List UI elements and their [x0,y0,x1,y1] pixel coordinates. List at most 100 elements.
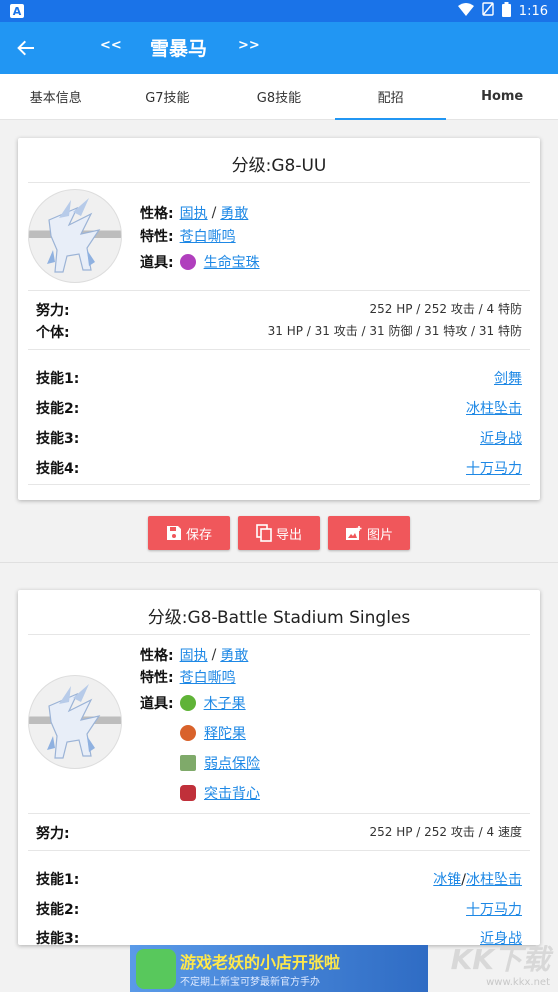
nature-separator: / [211,205,217,221]
export-button[interactable]: 导出 [238,516,320,550]
ad-title: 游戏老妖的小店开张啦 [180,953,341,972]
pokemon-sprite [28,189,122,283]
move-row: 技能2: 十万马力 [36,899,522,919]
item-row: 道具: 生命宝珠 [140,252,260,272]
item-row: 释陀果 [180,723,246,743]
tab-home[interactable]: Home [446,74,558,119]
move-row: 技能2: 冰柱坠击 [36,398,522,418]
life-orb-icon [179,254,196,270]
move-row: 技能1: 冰锥/冰柱坠击 [36,869,522,889]
battery-icon [501,1,511,21]
tab-basic-info[interactable]: 基本信息 [0,74,112,119]
section-divider [0,562,558,563]
ev-row: 努力: 252 HP / 252 攻击 / 4 特防 [36,300,522,320]
assault-vest-icon [180,785,196,801]
watermark-url: www.kkx.net [486,977,550,988]
iv-row: 个体: 31 HP / 31 攻击 / 31 防御 / 31 特攻 / 31 特… [36,322,522,342]
move-link[interactable]: 十万马力 [466,899,522,919]
nature-row: 性格: 固执 / 勇敢 [140,645,248,665]
move-label: 技能2: [36,902,80,918]
ability-link[interactable]: 苍白嘶鸣 [180,667,236,687]
tab-movesets[interactable]: 配招 [334,74,447,120]
ability-label: 特性: [140,670,174,686]
ability-link[interactable]: 苍白嘶鸣 [180,226,236,246]
ev-row: 努力: 252 HP / 252 攻击 / 4 速度 [36,823,522,843]
divider [28,349,530,350]
move-link[interactable]: 冰柱坠击 [466,398,522,418]
divider [28,850,530,851]
add-photo-icon [345,525,363,541]
ability-label: 特性: [140,229,174,245]
back-button[interactable] [0,22,52,74]
nature-link[interactable]: 固执 [180,645,208,665]
move-link[interactable]: 近身战 [480,428,522,448]
move-link[interactable]: 冰柱坠击 [466,872,522,888]
item-row: 道具: 木子果 [140,693,246,713]
watermark-logo: KK下载 [450,943,550,976]
move-link[interactable]: 剑舞 [494,368,522,388]
next-pokemon-button[interactable]: >> [238,38,260,53]
tab-bar: 基本信息 G7技能 G8技能 配招 Home [0,74,558,120]
wifi-icon [457,2,474,20]
ev-value: 252 HP / 252 攻击 / 4 特防 [369,302,523,316]
item-row: 突击背心 [180,783,260,803]
iv-label: 个体: [36,325,70,341]
ad-banner[interactable]: 游戏老妖的小店开张啦 不定期上新宝可梦最新官方手办 [130,945,428,992]
previous-pokemon-button[interactable]: << [100,38,122,53]
move-label: 技能1: [36,371,80,387]
ev-label: 努力: [36,303,70,319]
nature-label: 性格: [140,648,174,664]
nature-link[interactable]: 勇敢 [220,203,248,223]
export-label: 导出 [275,527,302,543]
iv-value: 31 HP / 31 攻击 / 31 防御 / 31 特攻 / 31 特防 [267,324,522,338]
nature-link[interactable]: 固执 [180,203,208,223]
status-bar: A 1:16 [0,0,558,22]
move-label: 技能3: [36,931,80,947]
page-title: 雪暴马 [150,38,208,60]
move-label: 技能4: [36,461,80,477]
item-label: 道具: [140,696,174,712]
nature-link[interactable]: 勇敢 [220,645,248,665]
copy-icon [256,524,272,542]
divider [28,813,530,814]
save-icon [166,525,182,541]
nature-row: 性格: 固执 / 勇敢 [140,203,248,223]
item-link[interactable]: 弱点保险 [204,753,260,773]
no-sim-icon [482,2,494,20]
action-bar: 保存 导出 图片 [0,516,558,550]
save-button[interactable]: 保存 [148,516,230,550]
move-row: 技能4: 十万马力 [36,458,522,478]
move-link[interactable]: 十万马力 [466,458,522,478]
moveset-card: 分级:G8-UU 性格: 固执 / 勇敢 特性: 苍白嘶鸣 道具: 生命宝珠 努… [18,138,540,500]
save-label: 保存 [185,527,212,543]
kee-berry-icon [179,695,196,711]
move-label: 技能1: [36,872,80,888]
item-label: 道具: [140,255,174,271]
item-link[interactable]: 释陀果 [204,723,246,743]
image-label: 图片 [366,527,393,543]
divider [28,484,530,485]
pokemon-sprite [28,675,122,769]
ad-subtitle: 不定期上新宝可梦最新官方手办 [180,977,320,988]
notification-a-icon: A [10,4,24,18]
item-link[interactable]: 突击背心 [204,783,260,803]
item-link[interactable]: 木子果 [204,693,246,713]
moveset-card: 分级:G8-Battle Stadium Singles 性格: 固执 / 勇敢… [18,590,540,947]
move-label: 技能2: [36,401,80,417]
divider [28,290,530,291]
image-button[interactable]: 图片 [328,516,410,550]
tab-g8-moves[interactable]: G8技能 [223,74,335,119]
item-link[interactable]: 生命宝珠 [204,252,260,272]
ability-row: 特性: 苍白嘶鸣 [140,667,236,687]
moveset-title: 分级:G8-Battle Stadium Singles [28,590,530,635]
arrow-left-icon [17,40,34,56]
ev-label: 努力: [36,826,70,842]
ability-row: 特性: 苍白嘶鸣 [140,226,236,246]
move-label: 技能3: [36,431,80,447]
move-row: 技能3: 近身战 [36,428,522,448]
tab-g7-moves[interactable]: G7技能 [112,74,224,119]
weakness-policy-icon [180,755,196,771]
berry-icon [180,725,196,741]
move-link[interactable]: 冰锥 [433,872,461,888]
moveset-title: 分级:G8-UU [28,138,530,183]
